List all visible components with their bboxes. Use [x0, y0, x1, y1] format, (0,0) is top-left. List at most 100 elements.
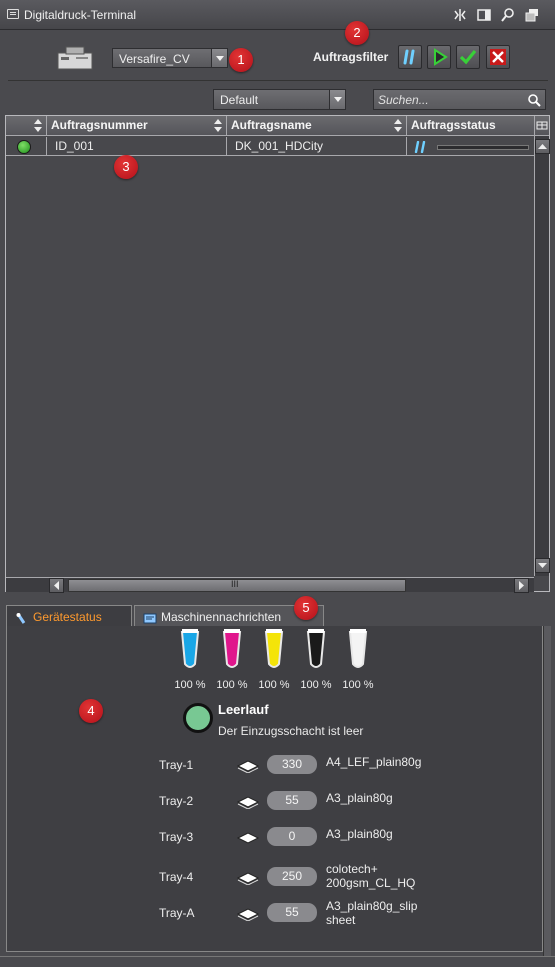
tray-name: Tray-4: [159, 870, 194, 884]
job-progress-bar: [437, 145, 529, 150]
sort-icon[interactable]: [394, 119, 403, 132]
vertical-scrollbar[interactable]: [534, 136, 550, 576]
messages-icon: [143, 610, 157, 624]
tray-media-line: A3_plain80g_slip: [326, 899, 418, 913]
callout-badge-4: 4: [79, 699, 103, 723]
paper-stack-icon: [236, 905, 260, 922]
tray-media-line: A3_plain80g: [326, 827, 393, 841]
column-header-status[interactable]: Auftragsstatus: [407, 116, 534, 135]
sort-icon[interactable]: [214, 119, 223, 132]
column-header-state[interactable]: [6, 116, 47, 135]
device-select[interactable]: Versafire_CV: [112, 48, 228, 68]
callout-badge-5: 5: [294, 596, 318, 620]
ink-cartridge-white: [348, 628, 368, 670]
ink-cartridge-black: [306, 628, 326, 670]
tray-name: Tray-3: [159, 830, 194, 844]
window-title: Digitaldruck-Terminal: [24, 8, 137, 22]
tab-label: Maschinennachrichten: [161, 610, 282, 624]
scroll-up-button[interactable]: [535, 139, 550, 154]
tray-count: 330: [267, 755, 317, 774]
tray-media-line: 200gsm_CL_HQ: [326, 876, 416, 890]
tab-device-status[interactable]: Gerätestatus: [6, 605, 132, 627]
app-icon: [7, 9, 19, 19]
job-status-cell: [407, 137, 534, 156]
horizontal-scroll-thumb[interactable]: III: [68, 579, 406, 592]
filter-completed-button[interactable]: [456, 45, 480, 69]
tray-media-line: sheet: [326, 913, 356, 927]
chevron-down-icon[interactable]: [329, 90, 345, 109]
job-name-cell: DK_001_HDCity: [227, 137, 407, 156]
device-message: Der Einzugsschacht ist leer: [218, 724, 364, 738]
column-header-label: Auftragsnummer: [51, 118, 148, 132]
chevron-down-icon[interactable]: [211, 49, 227, 67]
sort-icon[interactable]: [34, 119, 43, 132]
callout-badge-2: 2: [345, 21, 369, 45]
scroll-grip: III: [231, 579, 239, 589]
jobs-table: Auftragsnummer Auftragsname Auftragsstat…: [5, 115, 550, 593]
table-header: Auftragsnummer Auftragsname Auftragsstat…: [6, 116, 534, 136]
tray-media: A3_plain80g: [326, 827, 446, 841]
tray-media-line: A4_LEF_plain80g: [326, 755, 422, 769]
device-status-icon: [15, 610, 28, 624]
tray-count: 250: [267, 867, 317, 886]
ink-level-white: 100 %: [342, 679, 374, 691]
tray-count: 55: [267, 791, 317, 810]
view-select[interactable]: Default: [213, 89, 346, 110]
column-header-label: Auftragsname: [231, 118, 312, 132]
device-status-indicator: [183, 703, 213, 733]
search-icon[interactable]: [527, 93, 541, 107]
column-header-number[interactable]: Auftragsnummer: [47, 116, 227, 135]
tray-media: A3_plain80g: [326, 791, 446, 805]
tray-media: A3_plain80g_slip sheet: [326, 899, 446, 927]
panel-scrollbar[interactable]: [543, 626, 551, 956]
ink-cartridge-yellow: [264, 628, 284, 670]
device-state: Leerlauf: [218, 702, 269, 717]
paper-stack-empty-icon: [236, 829, 260, 845]
paper-stack-icon: [236, 869, 260, 886]
search-icon[interactable]: [500, 7, 516, 23]
tray-count: 55: [267, 903, 317, 922]
title-bar: Digitaldruck-Terminal: [0, 0, 555, 30]
paper-stack-icon: [236, 757, 260, 774]
filter-label: Auftragsfilter: [313, 50, 389, 64]
device-select-value: Versafire_CV: [119, 52, 190, 66]
ink-level-yellow: 100 %: [258, 679, 290, 691]
filter-running-button[interactable]: [427, 45, 451, 69]
search-placeholder: Suchen...: [378, 93, 429, 107]
status-bar: [0, 956, 555, 967]
pause-icon: [413, 140, 427, 154]
window-restore-icon[interactable]: [524, 7, 540, 23]
job-number-cell: ID_001: [47, 137, 227, 156]
tray-count: 0: [267, 827, 317, 846]
view-select-value: Default: [220, 93, 259, 107]
ink-level-magenta: 100 %: [216, 679, 248, 691]
column-header-name[interactable]: Auftragsname: [227, 116, 407, 135]
row-state-cell: [6, 137, 47, 156]
filter-paused-button[interactable]: [398, 45, 422, 69]
column-chooser-icon[interactable]: [534, 116, 549, 136]
tab-label: Gerätestatus: [33, 610, 102, 624]
panel-toggle-icon[interactable]: [476, 7, 492, 23]
tray-name: Tray-A: [159, 906, 195, 920]
table-row[interactable]: ID_001 DK_001_HDCity: [6, 137, 534, 156]
ink-level-cyan: 100 %: [174, 679, 206, 691]
ink-cartridge-cyan: [180, 628, 200, 670]
status-ok-icon: [17, 140, 31, 154]
tray-media-line: colotech+: [326, 862, 378, 876]
callout-badge-1: 1: [229, 48, 253, 72]
callout-badge-3: 3: [114, 155, 138, 179]
scroll-down-button[interactable]: [535, 558, 550, 573]
scroll-right-button[interactable]: [514, 578, 529, 593]
horizontal-scrollbar[interactable]: III: [6, 577, 534, 593]
search-input[interactable]: Suchen...: [373, 89, 546, 110]
tray-name: Tray-2: [159, 794, 194, 808]
toolbar-separator: [8, 80, 548, 81]
split-view-icon[interactable]: [452, 7, 468, 23]
tray-media-line: A3_plain80g: [326, 791, 393, 805]
ink-cartridge-magenta: [222, 628, 242, 670]
filter-cancelled-button[interactable]: [486, 45, 510, 69]
ink-level-black: 100 %: [300, 679, 332, 691]
scroll-left-button[interactable]: [49, 578, 64, 593]
paper-stack-icon: [236, 793, 260, 810]
printer-icon: [56, 45, 94, 71]
